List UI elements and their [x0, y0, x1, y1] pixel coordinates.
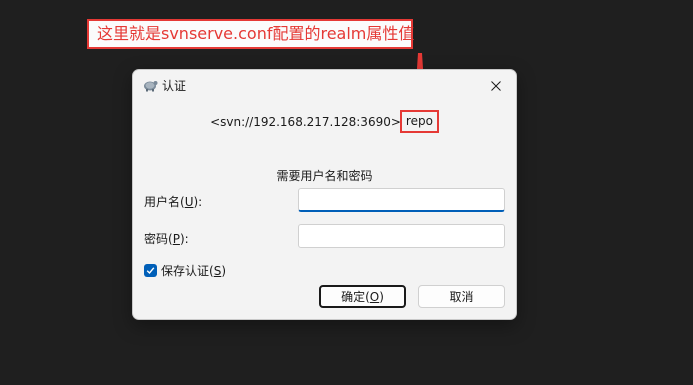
password-accelerator: P	[172, 232, 180, 246]
cancel-button[interactable]: 取消	[418, 285, 505, 308]
ok-accelerator: O	[369, 289, 380, 304]
realm-name-highlight: repo	[399, 110, 439, 133]
checkmark-icon	[146, 264, 155, 278]
ok-button[interactable]: 确定(O)	[319, 285, 406, 308]
save-auth-checkbox[interactable]	[144, 264, 157, 277]
annotation-callout: 这里就是svnserve.conf配置的realm属性值	[87, 19, 415, 49]
password-input[interactable]	[298, 224, 505, 248]
username-label: 用户名(U):	[144, 195, 203, 209]
close-icon	[491, 76, 501, 95]
username-input[interactable]	[298, 188, 505, 212]
realm-line: <svn://192.168.217.128:3690> repo	[133, 110, 516, 134]
annotation-text: 这里就是svnserve.conf配置的realm属性值	[97, 24, 415, 43]
title-bar: 认证	[133, 70, 516, 100]
credentials-prompt: 需要用户名和密码	[276, 169, 373, 183]
close-button[interactable]	[476, 70, 516, 100]
dialog-title: 认证	[162, 79, 187, 93]
tortoise-svn-icon	[142, 77, 158, 93]
auth-dialog: 认证 <svn://192.168.217.128:3690> repo 需要用户…	[132, 69, 517, 320]
save-auth-label: 保存认证(S)	[161, 264, 226, 278]
save-auth-row[interactable]: 保存认证(S)	[144, 262, 226, 279]
password-label: 密码(P):	[144, 232, 189, 246]
realm-url: <svn://192.168.217.128:3690>	[210, 115, 401, 129]
